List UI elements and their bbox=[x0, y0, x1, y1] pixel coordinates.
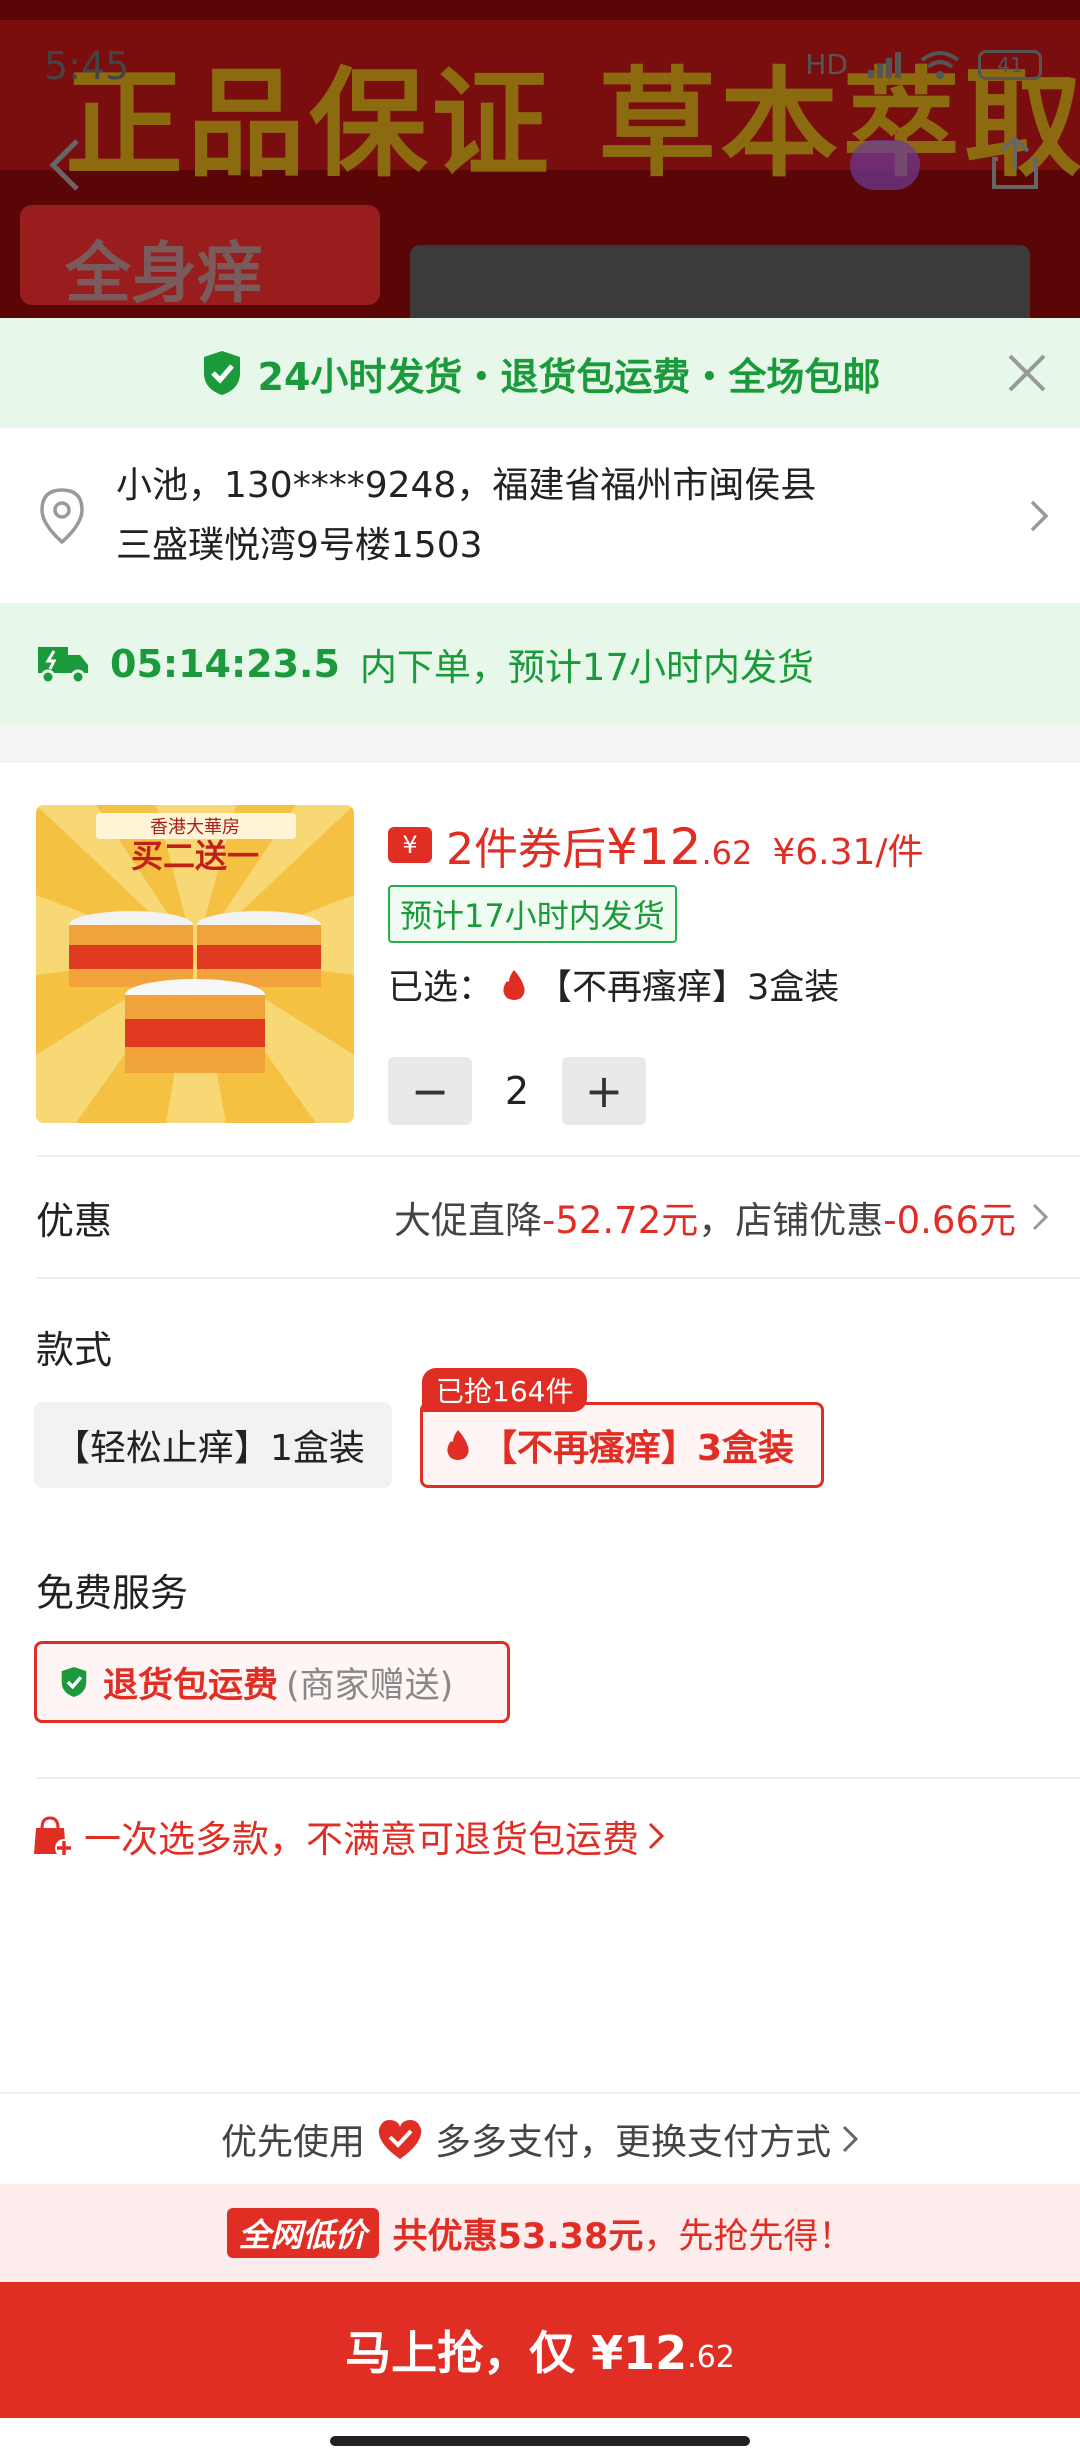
shipping-countdown-bar: 05:14:23.5 内下单，预计17小时内发货 bbox=[0, 603, 1080, 725]
battery-icon: 41 bbox=[978, 49, 1042, 80]
close-button[interactable] bbox=[1004, 350, 1050, 396]
background-box bbox=[410, 245, 1030, 320]
promo-label-1: 大促直降 bbox=[393, 1199, 542, 1242]
deal-banner: 全网低价 共优惠53.38元 ，先抢先得！ bbox=[0, 2184, 1080, 2282]
section-gap bbox=[0, 725, 1080, 763]
quantity-value[interactable]: 2 bbox=[472, 1069, 562, 1113]
product-summary: 香港大華房 买二送一 ¥ 2件券后 ¥12 .62 ¥6.31/件 预计17小时… bbox=[0, 763, 1080, 1155]
buy-label: 马上抢，仅 ¥12 bbox=[345, 2326, 688, 2380]
countdown-timer: 05:14:23.5 bbox=[110, 642, 340, 686]
share-icon bbox=[992, 136, 1038, 189]
selected-value: 【不再瘙痒】3盒装 bbox=[537, 968, 840, 1008]
delivery-truck-icon bbox=[38, 647, 88, 685]
promo-row[interactable]: 优惠 大促直降 -52.72元 ， 店铺优惠 -0.66元 bbox=[0, 1157, 1080, 1277]
chevron-right-icon bbox=[1030, 500, 1049, 531]
promo-separator: ， bbox=[698, 1199, 736, 1242]
product-image[interactable]: 香港大華房 买二送一 bbox=[36, 805, 354, 1123]
buy-decimal: .62 bbox=[687, 2339, 735, 2375]
promo-value-1: -52.72元 bbox=[541, 1199, 699, 1242]
battery-level: 41 bbox=[997, 52, 1023, 77]
address-line-2: 三盛璞悦湾9号楼1503 bbox=[116, 524, 483, 566]
status-time: 5:45 bbox=[44, 44, 130, 88]
sold-count-badge: 已抢164件 bbox=[422, 1368, 588, 1412]
style-options: 【轻松止痒】1盒装 【不再瘙痒】3盒装 已抢164件 bbox=[0, 1368, 1080, 1524]
background-dot bbox=[850, 140, 920, 190]
price-row: ¥ 2件券后 ¥12 .62 ¥6.31/件 bbox=[388, 813, 924, 877]
close-icon bbox=[1008, 354, 1046, 392]
style-option-1[interactable]: 【轻松止痒】1盒装 bbox=[34, 1402, 392, 1488]
selected-variant: 已选： 【不再瘙痒】3盒装 bbox=[388, 959, 839, 1010]
payment-method-row[interactable]: 优先使用 多多支付，更换支付方式 bbox=[0, 2092, 1080, 2184]
fire-icon bbox=[503, 969, 525, 1000]
shipping-tag: 预计17小时内发货 bbox=[388, 885, 677, 943]
price-main: ¥12 bbox=[606, 818, 702, 876]
shield-check-icon bbox=[203, 351, 240, 395]
background-page: 正品保证 草本萃取 全身痒 5:45 HD 41 bbox=[0, 0, 1080, 320]
address-text: 小池，130****9248，福建省福州市闽侯县 三盛璞悦湾9号楼1503 bbox=[116, 456, 1028, 576]
style-option-label: 【不再瘙痒】3盒装 bbox=[481, 1428, 795, 1469]
coupon-icon: ¥ bbox=[388, 827, 432, 863]
price-label: 2件券后 bbox=[446, 824, 606, 875]
service-note: (商家赠送) bbox=[286, 1665, 454, 1706]
payment-text: 多多支付，更换支付方式 bbox=[435, 2122, 832, 2163]
price-decimal: .62 bbox=[701, 834, 753, 872]
product-image-slogan: 买二送一 bbox=[131, 837, 259, 875]
product-brand: 香港大華房 bbox=[150, 817, 240, 838]
wifi-icon bbox=[920, 50, 960, 79]
buy-now-button[interactable]: 马上抢，仅 ¥12 .62 bbox=[0, 2282, 1080, 2418]
promo-value-2: -0.66元 bbox=[883, 1199, 1016, 1242]
deal-suffix: ，先抢先得！ bbox=[643, 2216, 854, 2257]
service-name: 退货包运费 bbox=[103, 1665, 279, 1706]
payment-prefix: 优先使用 bbox=[220, 2122, 365, 2163]
notice-text: 24小时发货・退货包运费・全场包邮 bbox=[257, 354, 881, 399]
style-option-2[interactable]: 【不再瘙痒】3盒装 bbox=[420, 1402, 824, 1488]
deal-text: 共优惠53.38元 bbox=[392, 2216, 644, 2257]
chevron-left-icon bbox=[49, 139, 79, 191]
address-line-1: 小池，130****9248，福建省福州市闽侯县 bbox=[116, 464, 817, 506]
promo-title: 优惠 bbox=[36, 1198, 113, 1243]
style-option-label: 【轻松止痒】1盒装 bbox=[54, 1428, 365, 1469]
multi-select-link[interactable]: 一次选多款，不满意可退货包运费 bbox=[30, 1809, 665, 1863]
multi-select-text: 一次选多款，不满意可退货包运费 bbox=[84, 1818, 639, 1861]
lowest-price-tag: 全网低价 bbox=[226, 2208, 379, 2258]
heart-pay-icon bbox=[378, 2120, 422, 2159]
quantity-stepper: − 2 + bbox=[388, 1057, 646, 1125]
share-button[interactable] bbox=[980, 128, 1050, 198]
shipping-text: 内下单，预计17小时内发货 bbox=[359, 646, 815, 689]
selected-label: 已选： bbox=[388, 968, 494, 1008]
signal-icon bbox=[868, 51, 901, 78]
fire-icon bbox=[447, 1430, 469, 1460]
product-image-art: 香港大華房 买二送一 bbox=[36, 805, 354, 1123]
address-selector[interactable]: 小池，130****9248，福建省福州市闽侯县 三盛璞悦湾9号楼1503 bbox=[0, 428, 1080, 603]
decrease-button[interactable]: − bbox=[388, 1057, 472, 1125]
chevron-right-icon bbox=[648, 1822, 665, 1850]
network-label: HD bbox=[805, 48, 848, 81]
chevron-right-icon bbox=[842, 2125, 859, 2153]
unit-price: ¥6.31/件 bbox=[772, 832, 924, 873]
location-pin-icon bbox=[40, 487, 84, 544]
chevron-right-icon bbox=[1032, 1203, 1049, 1231]
service-notice: 24小时发货・退货包运费・全场包邮 bbox=[0, 318, 1080, 428]
back-button[interactable] bbox=[30, 130, 100, 200]
service-title: 免费服务 bbox=[36, 1571, 189, 1615]
increase-button[interactable]: + bbox=[562, 1057, 646, 1125]
status-icons: HD 41 bbox=[805, 48, 1042, 81]
promo-label-2: 店铺优惠 bbox=[735, 1199, 884, 1242]
shield-check-icon bbox=[61, 1667, 87, 1697]
service-return-shipping[interactable]: 退货包运费 (商家赠送) bbox=[34, 1641, 510, 1723]
home-indicator[interactable] bbox=[330, 2436, 750, 2446]
background-pill-text: 全身痒 bbox=[65, 235, 263, 312]
style-title: 款式 bbox=[36, 1328, 113, 1372]
shopping-bag-plus-icon bbox=[34, 1816, 73, 1857]
